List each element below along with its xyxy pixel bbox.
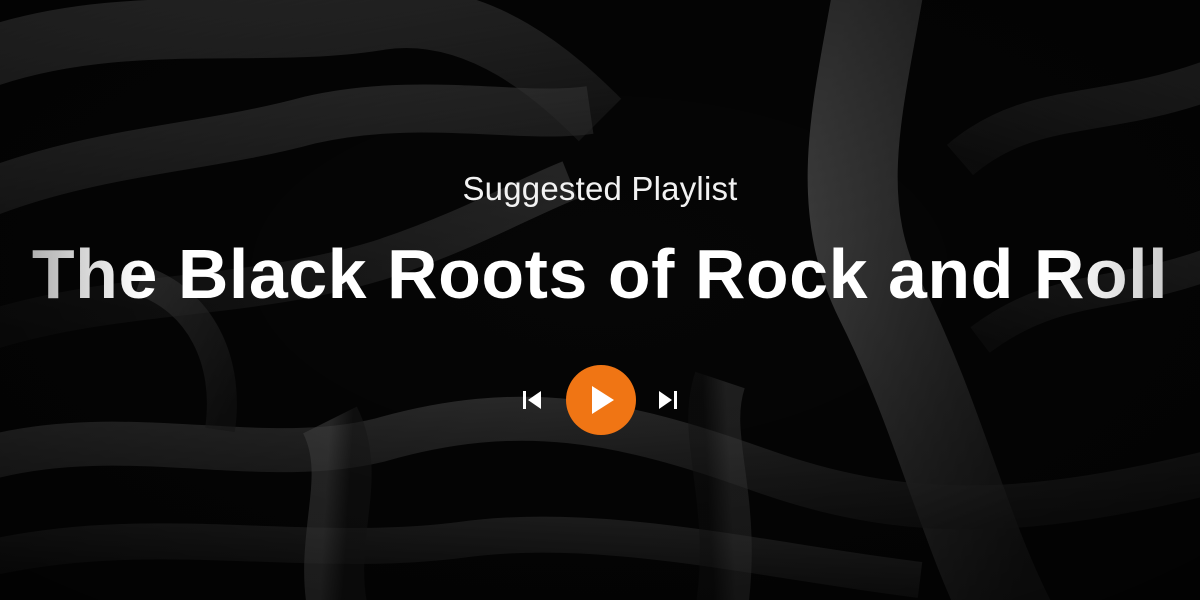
playlist-label: Suggested Playlist: [462, 170, 738, 207]
play-button[interactable]: [566, 365, 636, 435]
next-track-button[interactable]: [648, 365, 688, 435]
play-icon: [592, 386, 614, 414]
playlist-hero: Suggested Playlist The Black Roots of Ro…: [0, 0, 1200, 600]
skip-previous-icon: [523, 391, 541, 409]
skip-next-icon: [659, 391, 677, 409]
player-controls: [0, 365, 1200, 435]
playlist-title: The Black Roots of Rock and Roll: [0, 232, 1200, 316]
previous-track-button[interactable]: [512, 365, 552, 435]
hero-content: Suggested Playlist The Black Roots of Ro…: [0, 0, 1200, 600]
